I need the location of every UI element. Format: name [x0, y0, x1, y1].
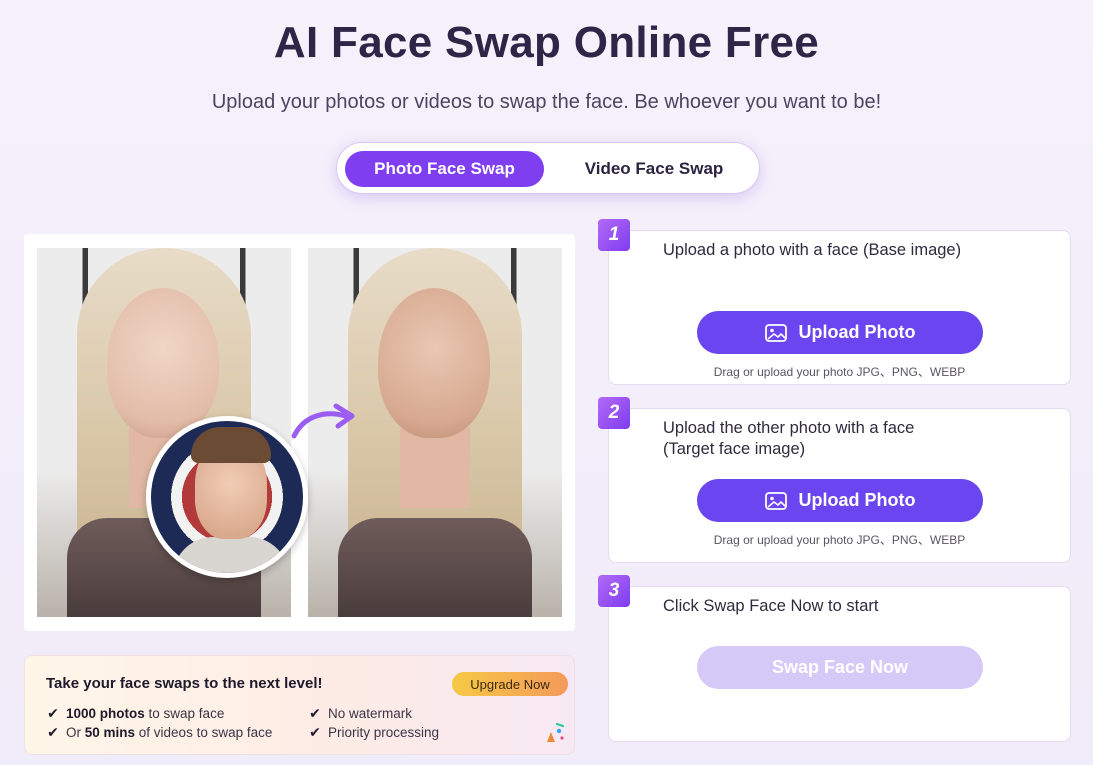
feature-text: No watermark	[328, 706, 413, 721]
upload-hint: Drag or upload your photo JPG、PNG、WEBP	[713, 533, 966, 547]
image-icon	[764, 491, 787, 510]
face-shape	[107, 288, 219, 438]
dress-shape	[338, 518, 532, 617]
tab-photo-face-swap[interactable]: Photo Face Swap	[345, 151, 544, 187]
upload-hint: Drag or upload your photo JPG、PNG、WEBP	[713, 365, 966, 379]
confetti-icon	[547, 722, 565, 742]
feature-text: to swap face	[144, 706, 225, 721]
feature-bold: 50 mins	[84, 725, 136, 740]
feature-text: Priority processing	[328, 725, 440, 740]
step-1-card: 1 Upload a photo with a face (Base image…	[598, 219, 1071, 385]
tab-video-face-swap[interactable]: Video Face Swap	[559, 151, 749, 187]
page-subtitle: Upload your photos or videos to swap the…	[211, 91, 882, 113]
step-3-card: 3 Click Swap Face Now to start Swap Face…	[598, 575, 1071, 742]
mode-toggle: Photo Face Swap Video Face Swap	[336, 142, 760, 194]
page-title: AI Face Swap Online Free	[273, 18, 820, 67]
feature-text: of videos to swap face	[135, 725, 273, 740]
upload-target-photo-button[interactable]: Upload Photo	[697, 479, 983, 522]
neck-shape	[400, 428, 470, 508]
step-number-badge: 3	[598, 575, 630, 607]
promo-title: Take your face swaps to the next level!	[46, 675, 323, 692]
feature-item: ✔ Or 50 mins of videos to swap face	[46, 724, 272, 741]
avatar-hair	[191, 427, 271, 463]
step-instruction: Upload the other photo with a face (Targ…	[663, 419, 915, 458]
curved-arrow-icon	[291, 403, 355, 439]
image-icon	[764, 323, 787, 342]
feature-item: ✔ 1000 photos to swap face	[46, 705, 224, 722]
avatar-shirt	[173, 537, 289, 573]
step-instruction: Upload a photo with a face (Base image)	[663, 241, 962, 259]
face-shape	[378, 288, 490, 438]
swap-face-now-button[interactable]: Swap Face Now	[697, 646, 983, 689]
step-2-card: 2 Upload the other photo with a face (Ta…	[598, 397, 1071, 563]
upgrade-now-button[interactable]: Upgrade Now	[452, 672, 568, 696]
upload-button-label: Upload Photo	[798, 322, 916, 342]
upgrade-promo-banner: Take your face swaps to the next level! …	[24, 655, 575, 755]
check-icon: ✔	[47, 705, 59, 721]
step-number-badge: 1	[598, 219, 630, 251]
feature-item: ✔ No watermark	[308, 705, 412, 722]
feature-prefix: Or	[66, 725, 85, 740]
feature-item: ✔ Priority processing	[308, 724, 439, 741]
upload-base-photo-button[interactable]: Upload Photo	[697, 311, 983, 354]
step-instruction: Click Swap Face Now to start	[663, 597, 879, 615]
check-icon: ✔	[47, 724, 59, 740]
feature-bold: 1000 photos	[66, 706, 145, 721]
check-icon: ✔	[309, 724, 321, 740]
upload-button-label: Upload Photo	[798, 490, 916, 510]
target-face-avatar	[146, 416, 308, 578]
check-icon: ✔	[309, 705, 321, 721]
step-number-badge: 2	[598, 397, 630, 429]
